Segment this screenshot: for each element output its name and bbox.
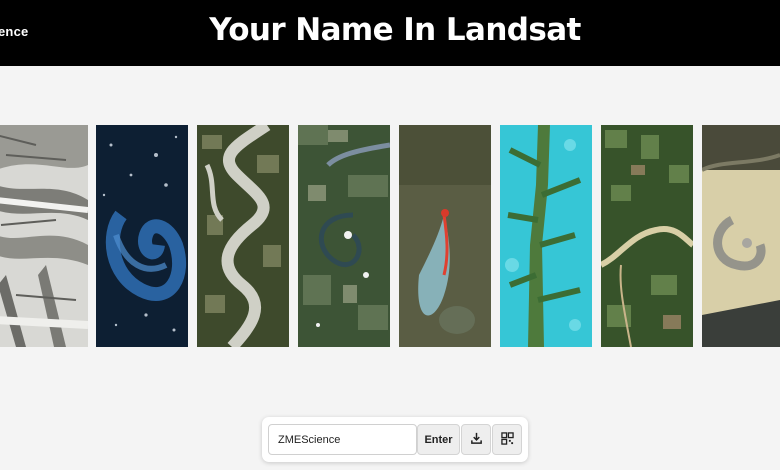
landsat-image-river-fields — [601, 125, 693, 347]
qr-code-button[interactable] — [492, 424, 522, 455]
name-controls-panel: Enter — [262, 417, 528, 462]
landsat-image-farmland — [298, 125, 390, 347]
enter-button[interactable]: Enter — [417, 424, 460, 455]
header-bar: ence Your Name In Landsat — [0, 0, 780, 66]
landsat-image-desert — [702, 125, 780, 347]
landsat-image-glacier — [0, 125, 88, 347]
landsat-image-strip — [0, 125, 780, 347]
landsat-image-cyan-valley — [500, 125, 592, 347]
page-title: Your Name In Landsat — [209, 12, 581, 48]
landsat-image-ocean — [96, 125, 188, 347]
qr-code-icon — [500, 431, 514, 448]
landsat-image-river-meander — [197, 125, 289, 347]
landsat-image-wildfire — [399, 125, 491, 347]
download-button[interactable] — [461, 424, 491, 455]
download-icon — [470, 432, 483, 448]
name-input[interactable] — [268, 424, 417, 455]
